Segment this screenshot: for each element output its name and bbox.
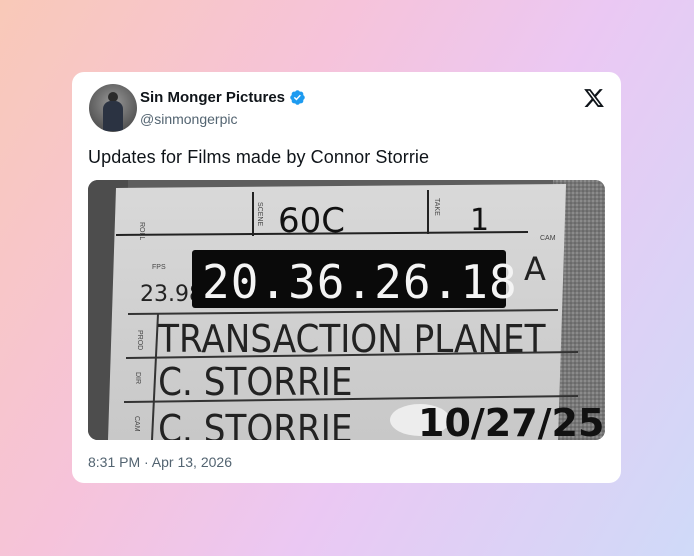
fps-label: FPS <box>152 264 166 271</box>
cam-value: A <box>524 250 546 288</box>
take-label: TAKE <box>433 198 440 216</box>
roll-label: ROLL <box>138 222 145 240</box>
x-logo-icon[interactable] <box>583 87 605 109</box>
prod-label: PROD <box>136 330 143 350</box>
tweet-card: Sin Monger Pictures @sinmongerpic Update… <box>72 72 621 483</box>
prod-value: TRANSACTION PLANET <box>157 316 546 361</box>
scene-label: SCENE <box>256 202 263 226</box>
cam-label: CAM <box>540 235 556 242</box>
tweet-timestamp[interactable]: 8:31 PM · Apr 13, 2026 <box>88 454 232 470</box>
take-value: 1 <box>470 203 489 238</box>
director-value: C. STORRIE <box>158 359 352 404</box>
author-handle[interactable]: @sinmongerpic <box>140 111 237 127</box>
date-value: 10/27/25 <box>418 401 604 440</box>
dir-label: DIR <box>134 372 141 384</box>
cam-operator-label: CAM <box>133 416 140 432</box>
tweet-media-photo[interactable]: ROLL SCENE TAKE 60C 1 FPS 23.98 20.36.26… <box>88 180 605 440</box>
clapperboard-image: ROLL SCENE TAKE 60C 1 FPS 23.98 20.36.26… <box>88 180 605 440</box>
verified-badge-icon <box>290 90 305 105</box>
tweet-text: Updates for Films made by Connor Storrie <box>88 147 430 167</box>
scene-value: 60C <box>278 201 345 241</box>
cam-operator-value: C. STORRIE <box>158 406 352 440</box>
author-name[interactable]: Sin Monger Pictures <box>140 89 285 106</box>
timecode-display: 20.36.26.18 <box>202 255 518 309</box>
avatar[interactable] <box>89 84 137 132</box>
author-row: Sin Monger Pictures <box>140 89 306 106</box>
